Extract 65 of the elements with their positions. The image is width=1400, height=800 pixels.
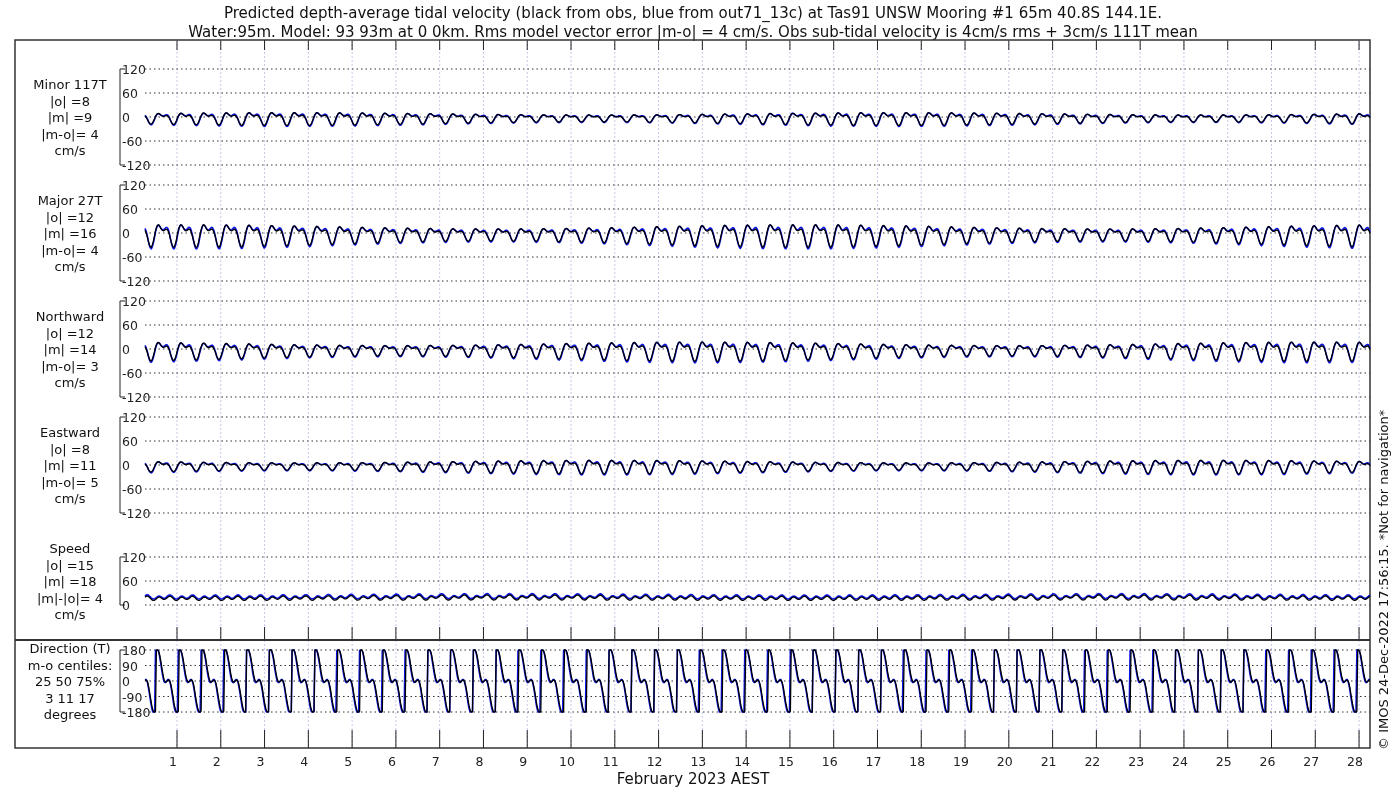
x-tick-label: 14 <box>734 754 751 769</box>
x-tick-label: 6 <box>387 754 396 769</box>
x-tick-label: 21 <box>1040 754 1057 769</box>
chart-title: Predicted depth-average tidal velocity (black from obs, blue from out71_13c) at Tas91 UNSW Mooring #1 65m 40.8S 144.1E. Water:95m. Model: 93 93m at 0 0km. Rms model vector error |m-o| = 4 cm/s. Obs sub-tidal velocity is 4cm/s rms + 3cm/s 111T mean <box>188 4 1198 41</box>
side-note: © IMOS 24-Dec-2022 17:56:15. *Not for navigation* <box>1376 409 1391 750</box>
x-tick-label: 15 <box>777 754 794 769</box>
y-tick-label: -120 <box>122 274 151 289</box>
x-tick-label: 13 <box>690 754 707 769</box>
x-tick-label: 18 <box>909 754 926 769</box>
x-tick-label: 9 <box>519 754 528 769</box>
x-tick-label: 7 <box>431 754 440 769</box>
x-tick-label: 23 <box>1128 754 1145 769</box>
x-tick-label: 12 <box>646 754 663 769</box>
x-tick-label: 20 <box>996 754 1013 769</box>
x-tick-label: 24 <box>1172 754 1188 769</box>
x-tick-label: 2 <box>212 754 221 769</box>
y-tick-label: -120 <box>122 506 151 521</box>
y-tick-label: 60 <box>122 318 138 333</box>
x-tick-label: 28 <box>1347 754 1363 769</box>
x-tick-label: 17 <box>865 754 882 769</box>
x-axis-label: February 2023 AEST <box>616 770 770 788</box>
y-tick-label: -120 <box>122 390 151 405</box>
y-tick-label: -60 <box>122 134 143 149</box>
y-tick-label: -90 <box>122 689 143 705</box>
y-tick-label: 60 <box>122 574 138 589</box>
panel-label: Eastward |o| =8 |m| =11 |m-o|= 5 cm/s <box>40 425 100 506</box>
y-tick-label: 0 <box>122 226 130 241</box>
x-tick-label: 26 <box>1259 754 1276 769</box>
x-tick-label: 10 <box>559 754 575 769</box>
y-tick-label: 120 <box>122 410 146 425</box>
y-tick-label: 0 <box>122 674 130 689</box>
x-tick-label: 8 <box>475 754 484 769</box>
panel-label: Major 27T |o| =12 |m| =16 |m-o|= 4 cm/s <box>37 193 103 274</box>
panel-label: Direction (T) m-o centiles: 25 50 75% 3 11 17 degrees <box>27 641 113 722</box>
y-tick-label: 120 <box>122 178 146 193</box>
panel-label: Speed |o| =15 |m| =18 |m|-|o|= 4 cm/s <box>36 541 104 622</box>
panel-label: Minor 117T |o| =8 |m| =9 |m-o|= 4 cm/s <box>33 77 107 158</box>
y-tick-label: -120 <box>122 158 151 173</box>
y-tick-label: 0 <box>122 110 130 125</box>
y-tick-label: -60 <box>122 366 143 381</box>
x-tick-label: 5 <box>344 754 353 769</box>
y-tick-label: -180 <box>122 705 151 720</box>
x-tick-label: 16 <box>821 754 838 769</box>
panel-label: Northward |o| =12 |m| =14 |m-o|= 3 cm/s <box>35 309 105 390</box>
x-tick-label: 3 <box>256 754 265 769</box>
x-tick-label: 1 <box>169 754 177 769</box>
x-tick-label: 4 <box>300 754 309 769</box>
y-tick-label: 90 <box>122 658 138 674</box>
y-tick-label: 120 <box>122 62 146 77</box>
x-tick-label: 11 <box>602 754 619 769</box>
y-tick-label: 120 <box>122 550 146 565</box>
y-tick-label: 180 <box>122 643 146 658</box>
x-tick-label: 25 <box>1215 754 1232 769</box>
y-tick-label: 120 <box>122 294 146 309</box>
y-tick-label: 0 <box>122 598 130 613</box>
x-tick-label: 27 <box>1303 754 1320 769</box>
y-tick-label: -60 <box>122 250 143 265</box>
y-tick-label: 60 <box>122 202 138 217</box>
y-tick-label: 60 <box>122 86 138 101</box>
y-tick-label: -60 <box>122 482 143 497</box>
y-tick-label: 0 <box>122 342 130 357</box>
y-tick-label: 60 <box>122 434 138 449</box>
x-tick-label: 22 <box>1084 754 1101 769</box>
x-tick-label: 19 <box>953 754 969 769</box>
y-tick-label: 0 <box>122 458 130 473</box>
